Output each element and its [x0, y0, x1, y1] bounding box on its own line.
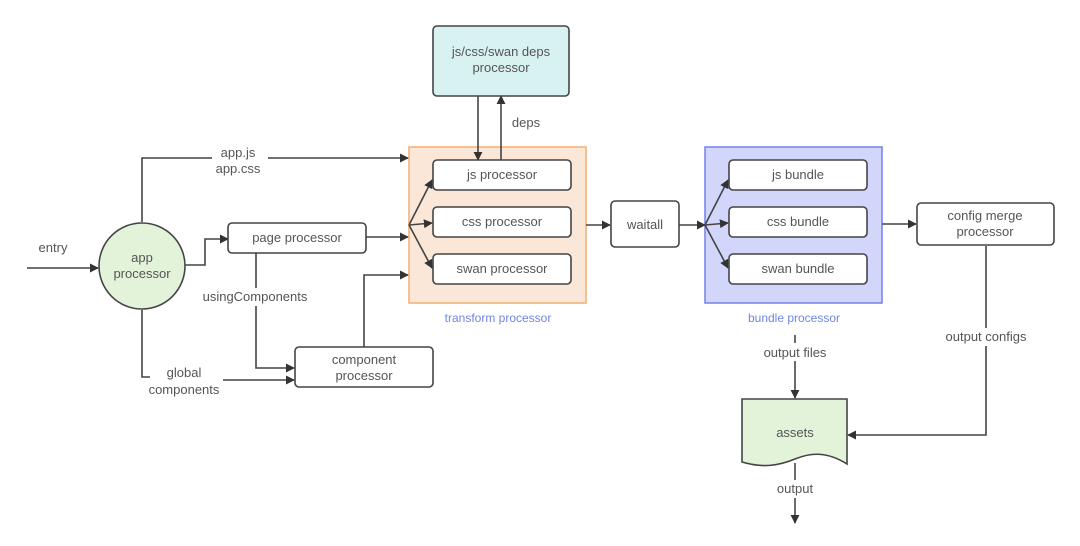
edge-label-entry: entry: [39, 240, 68, 255]
edge-app-to-page: [184, 234, 229, 266]
flow-diagram: transform processor bundle processor app: [27, 25, 1055, 524]
page-processor-label: page processor: [252, 230, 342, 245]
edge-component-to-transform: [363, 270, 409, 347]
css-bundle-label: css bundle: [767, 214, 829, 229]
component-processor-label-2: processor: [335, 368, 393, 383]
edge-label-global: global: [167, 365, 202, 380]
edge-label-app-js: app.js: [221, 145, 256, 160]
swan-bundle-label: swan bundle: [762, 261, 835, 276]
transform-processor-label: transform processor: [445, 311, 552, 325]
deps-processor-label-2: processor: [472, 60, 530, 75]
edge-app-to-transform: [141, 153, 409, 222]
edge-label-app-css: app.css: [216, 161, 261, 176]
deps-processor-label-1: js/css/swan deps: [451, 44, 551, 59]
edge-label-output-configs: output configs: [946, 329, 1027, 344]
edge-label-using-components: usingComponents: [203, 289, 308, 304]
waitall-label: waitall: [626, 217, 663, 232]
assets-label: assets: [776, 425, 814, 440]
edge-label-output: output: [777, 481, 814, 496]
config-merge-label-1: config merge: [947, 208, 1022, 223]
js-processor-label: js processor: [466, 167, 538, 182]
bundle-processor-label: bundle processor: [748, 311, 840, 325]
edge-app-global: [141, 310, 150, 378]
swan-processor-label: swan processor: [456, 261, 548, 276]
config-merge-label-2: processor: [956, 224, 1014, 239]
app-processor-label-2: processor: [113, 266, 171, 281]
edge-label-deps: deps: [512, 115, 541, 130]
js-bundle-label: js bundle: [771, 167, 824, 182]
edge-page-to-component: [255, 253, 295, 373]
app-processor-label-1: app: [131, 250, 153, 265]
component-processor-label-1: component: [332, 352, 397, 367]
css-processor-label: css processor: [462, 214, 543, 229]
edge-label-output-files: output files: [764, 345, 827, 360]
edge-label-components: components: [149, 382, 220, 397]
